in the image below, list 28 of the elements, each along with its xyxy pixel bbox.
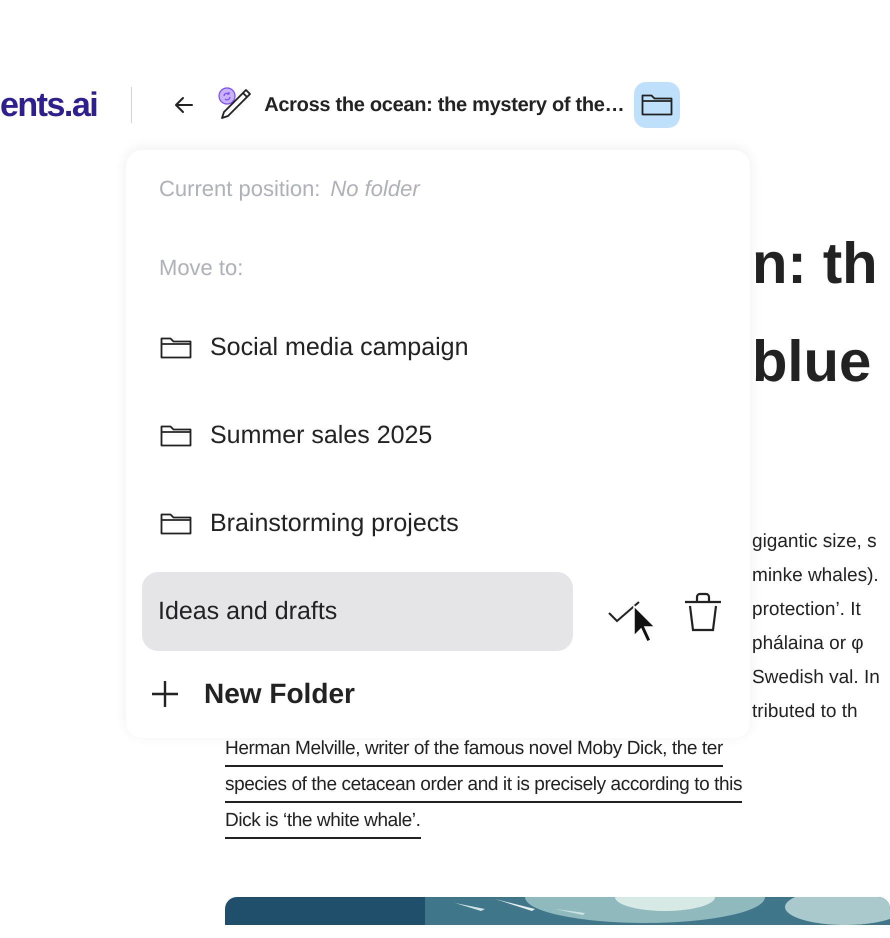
move-to-label: Move to: (158, 254, 244, 282)
article-text: gigantic size, s (752, 530, 878, 554)
article-link[interactable]: species of the cetacean order and it is precisely according to this (225, 769, 742, 803)
folder-icon (160, 336, 192, 360)
folder-icon (160, 512, 192, 536)
folder-item[interactable]: Brainstorming projects (126, 480, 459, 568)
current-position-value: No folder (330, 175, 420, 203)
folder-item[interactable]: Summer sales 2025 (126, 392, 432, 480)
check-icon (607, 598, 641, 624)
new-folder-button[interactable]: New Folder (150, 673, 355, 715)
current-position-label: Current position: (159, 175, 320, 203)
article-text: phálaina or φ (752, 632, 865, 656)
article-text: protection’. It (752, 598, 862, 622)
document-title: Across the ocean: the mystery of the… (264, 93, 624, 118)
folder-name-field[interactable]: Ideas and drafts (142, 572, 573, 651)
cursor-icon (632, 604, 656, 644)
folder-item[interactable]: Social media campaign (126, 304, 468, 392)
article-heading: blue (752, 331, 872, 393)
folder-button[interactable] (634, 82, 680, 128)
folder-icon (160, 424, 192, 448)
article-link[interactable]: Dick is ‘the white whale’. (225, 805, 421, 839)
article-heading: n: th (752, 233, 879, 295)
plus-icon (150, 679, 180, 709)
article-text: tributed to th (752, 700, 859, 724)
article-text: Swedish val. In (752, 666, 881, 690)
logo[interactable]: ents.ai (0, 80, 98, 130)
folder-icon (641, 93, 674, 117)
article-text: minke whales). (752, 564, 880, 588)
